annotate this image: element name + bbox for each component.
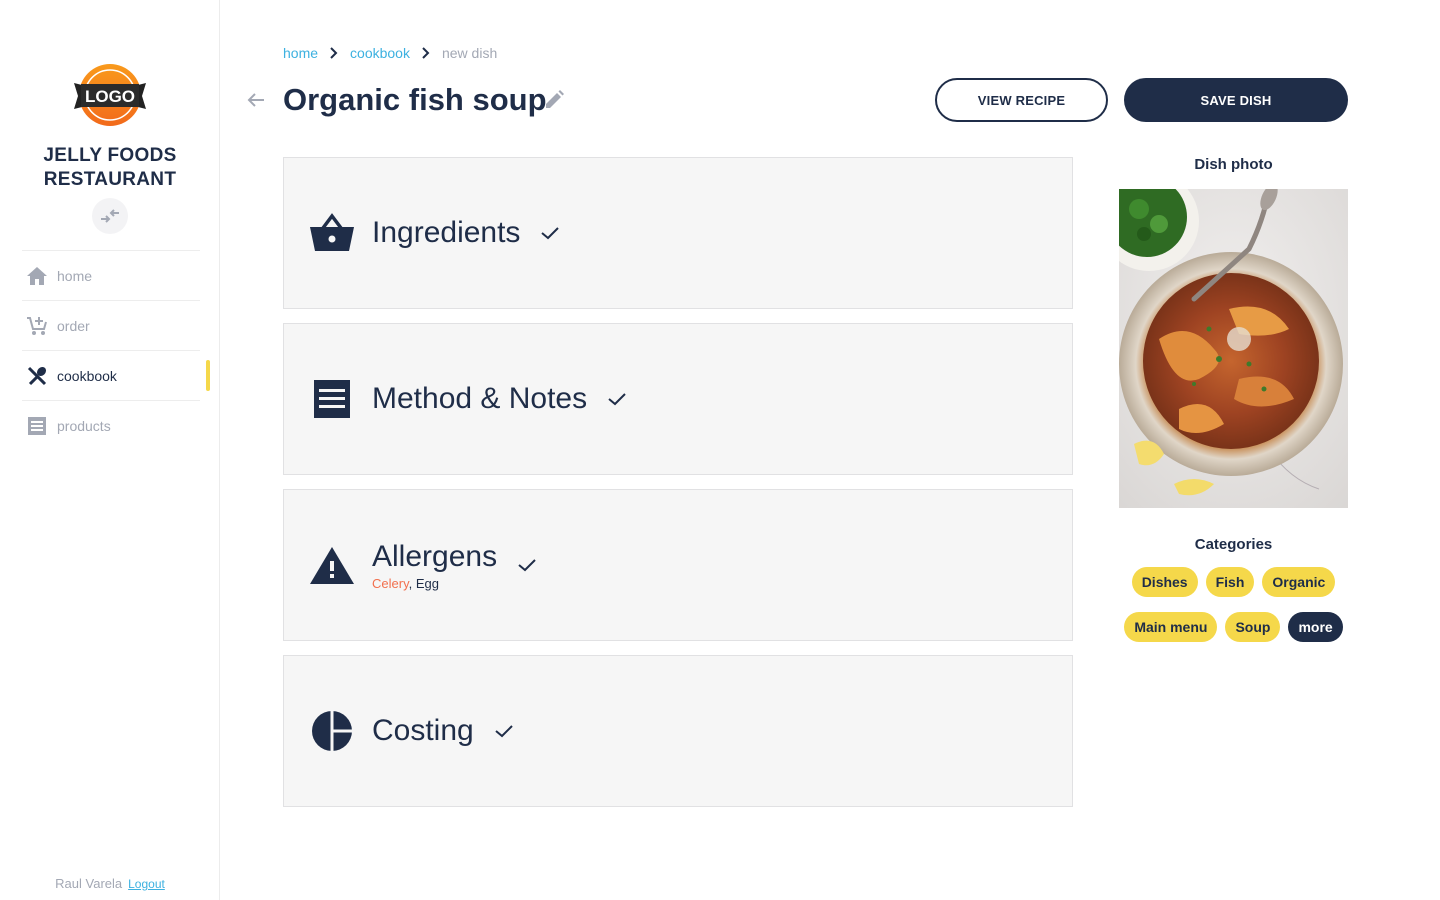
dish-photo-image	[1119, 189, 1348, 508]
logo-icon: LOGO	[74, 64, 146, 126]
check-icon	[517, 555, 537, 575]
sidebar-item-order[interactable]: order	[22, 300, 200, 350]
user-footer: Raul Varela Logout	[0, 876, 220, 891]
breadcrumb-home[interactable]: home	[283, 45, 318, 61]
user-name: Raul Varela	[55, 876, 123, 891]
breadcrumb-cookbook[interactable]: cookbook	[350, 45, 410, 61]
check-icon	[607, 389, 627, 409]
more-categories-button[interactable]: more	[1288, 612, 1343, 642]
svg-text:LOGO: LOGO	[85, 87, 135, 106]
active-indicator	[206, 360, 210, 391]
breadcrumb: home cookbook new dish	[283, 45, 497, 61]
section-title: Costing	[372, 714, 474, 747]
receipt-icon	[26, 415, 48, 437]
restaurant-name-line2: RESTAURANT	[43, 169, 177, 190]
breadcrumb-current: new dish	[441, 45, 498, 61]
category-tag[interactable]: Main menu	[1124, 612, 1218, 642]
logout-link[interactable]: Logout	[128, 877, 165, 891]
side-panel: Dish photo Categories Dishes Fish Organi…	[1119, 156, 1348, 642]
dish-photo-heading: Dish photo	[1194, 156, 1273, 173]
category-tags: Dishes Fish Organic Main menu Soup more	[1119, 567, 1348, 642]
sidebar-item-label: cookbook	[57, 367, 117, 384]
sidebar-nav: home order cookbook products	[22, 250, 210, 450]
collapse-arrows-icon	[101, 209, 119, 223]
receipt-icon	[309, 376, 355, 422]
sidebar-item-home[interactable]: home	[22, 250, 200, 300]
sidebar-item-cookbook[interactable]: cookbook	[22, 350, 210, 400]
section-costing[interactable]: Costing	[283, 655, 1073, 807]
allergen-list: Celery, Egg	[372, 576, 497, 591]
utensils-icon	[26, 365, 48, 387]
restaurant-name-line1: JELLY FOODS	[43, 145, 177, 166]
dish-photo[interactable]	[1119, 189, 1348, 508]
warning-icon	[309, 542, 355, 588]
section-title: Allergens	[372, 539, 498, 573]
pencil-icon	[546, 90, 564, 108]
page-title: Organic fish soup	[283, 82, 547, 117]
section-ingredients[interactable]: Ingredients	[283, 157, 1073, 309]
check-icon	[494, 721, 514, 741]
category-tag[interactable]: Fish	[1205, 567, 1255, 597]
sidebar: LOGO JELLY FOODS RESTAURANT home order c…	[0, 0, 220, 900]
save-dish-button[interactable]: SAVE DISH	[1124, 78, 1348, 122]
category-tag[interactable]: Organic	[1262, 567, 1336, 597]
arrow-left-icon	[247, 93, 264, 107]
chevron-right-icon	[330, 47, 338, 59]
categories-heading: Categories	[1194, 536, 1273, 553]
restaurant-name: JELLY FOODS RESTAURANT	[0, 144, 220, 192]
logo: LOGO	[74, 63, 146, 127]
collapse-sidebar-button[interactable]	[92, 198, 128, 234]
sidebar-item-label: home	[57, 267, 93, 284]
view-recipe-button[interactable]: VIEW RECIPE	[935, 78, 1108, 122]
sidebar-item-label: order	[57, 317, 90, 334]
home-icon	[26, 265, 48, 287]
back-button[interactable]	[244, 88, 268, 112]
category-tag[interactable]: Dishes	[1131, 567, 1198, 597]
chevron-right-icon	[422, 47, 430, 59]
section-allergens[interactable]: Allergens Celery, Egg	[283, 489, 1073, 641]
check-icon	[540, 223, 560, 243]
allergen-separator: ,	[408, 575, 416, 591]
section-method-notes[interactable]: Method & Notes	[283, 323, 1073, 475]
section-title: Ingredients	[372, 216, 521, 249]
allergen-celery: Celery	[372, 575, 409, 591]
pie-chart-icon	[309, 708, 355, 754]
section-title: Method & Notes	[372, 382, 588, 415]
category-tag[interactable]: Soup	[1225, 612, 1281, 642]
sidebar-item-products[interactable]: products	[22, 400, 200, 450]
cart-add-icon	[26, 315, 48, 337]
edit-title-button[interactable]	[543, 89, 565, 111]
sidebar-item-label: products	[57, 417, 111, 434]
allergen-egg: Egg	[415, 575, 439, 591]
basket-icon	[309, 210, 355, 256]
